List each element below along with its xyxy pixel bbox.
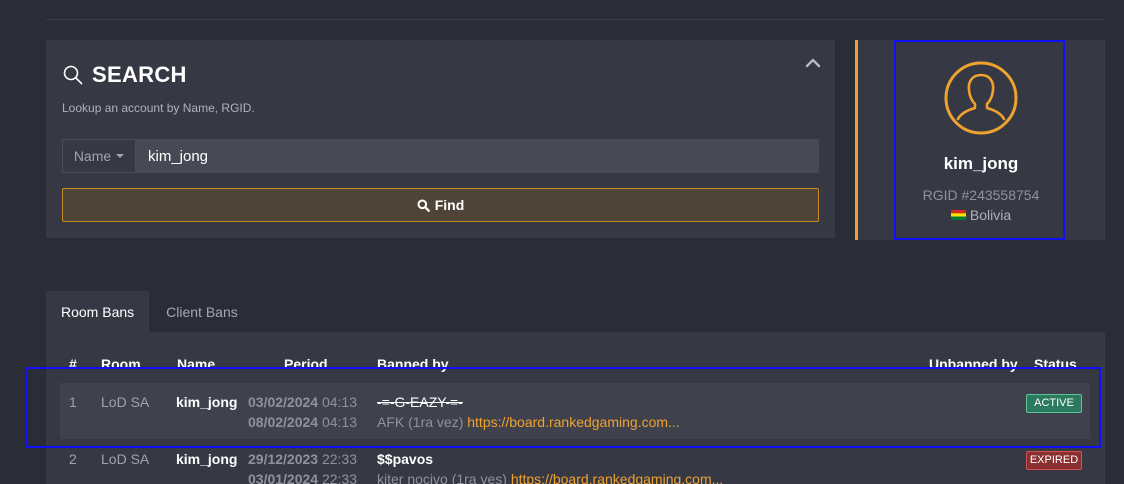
search-panel: SEARCH Lookup an account by Name, RGID. … [46, 40, 835, 238]
row-num: 2 [69, 451, 77, 467]
caret-down-icon [116, 154, 125, 158]
period-start: 29/12/2023 22:33 [248, 451, 357, 467]
chevron-up-icon[interactable] [805, 56, 821, 70]
tab-client-bans[interactable]: Client Bans [149, 291, 253, 332]
end-date: 03/01/2024 [248, 471, 319, 484]
profile-accent-bar [855, 40, 858, 240]
row-name[interactable]: kim_jong [176, 451, 237, 467]
magnifier-icon [417, 199, 430, 212]
row-highlight-box [25, 367, 1101, 448]
end-time: 22:33 [321, 471, 358, 484]
search-input[interactable]: kim_jong [136, 139, 819, 173]
search-field-row: Name kim_jong [62, 139, 819, 173]
search-type-label: Name [73, 148, 112, 164]
banned-by-label[interactable]: $$pavos [377, 451, 433, 467]
row-room: LoD SA [101, 451, 150, 467]
profile-highlight-box [894, 40, 1065, 240]
top-divider [46, 19, 1105, 20]
find-button[interactable]: Find [62, 188, 819, 222]
search-heading: SEARCH [62, 62, 187, 88]
search-subtitle: Lookup an account by Name, RGID. [62, 101, 255, 115]
search-title: SEARCH [92, 62, 187, 87]
tab-room-bans[interactable]: Room Bans [46, 291, 150, 332]
ban-reason-text: kiter nocivo (1ra ves) [377, 471, 507, 484]
search-type-dropdown[interactable]: Name [62, 139, 136, 173]
ban-reason-link[interactable]: https://board.rankedgaming.com... [511, 471, 723, 484]
banned-by-name: $$pavos [377, 451, 433, 467]
start-date: 29/12/2023 [248, 451, 319, 467]
ban-tabs: Room Bans Client Bans [46, 291, 253, 332]
status-badge: EXPIRED [1026, 451, 1082, 470]
ban-reason: kiter nocivo (1ra ves) https://board.ran… [377, 471, 723, 484]
period-end: 03/01/2024 22:33 [248, 471, 357, 484]
find-button-label: Find [434, 197, 465, 213]
search-icon [63, 65, 83, 85]
start-time: 22:33 [321, 451, 358, 467]
